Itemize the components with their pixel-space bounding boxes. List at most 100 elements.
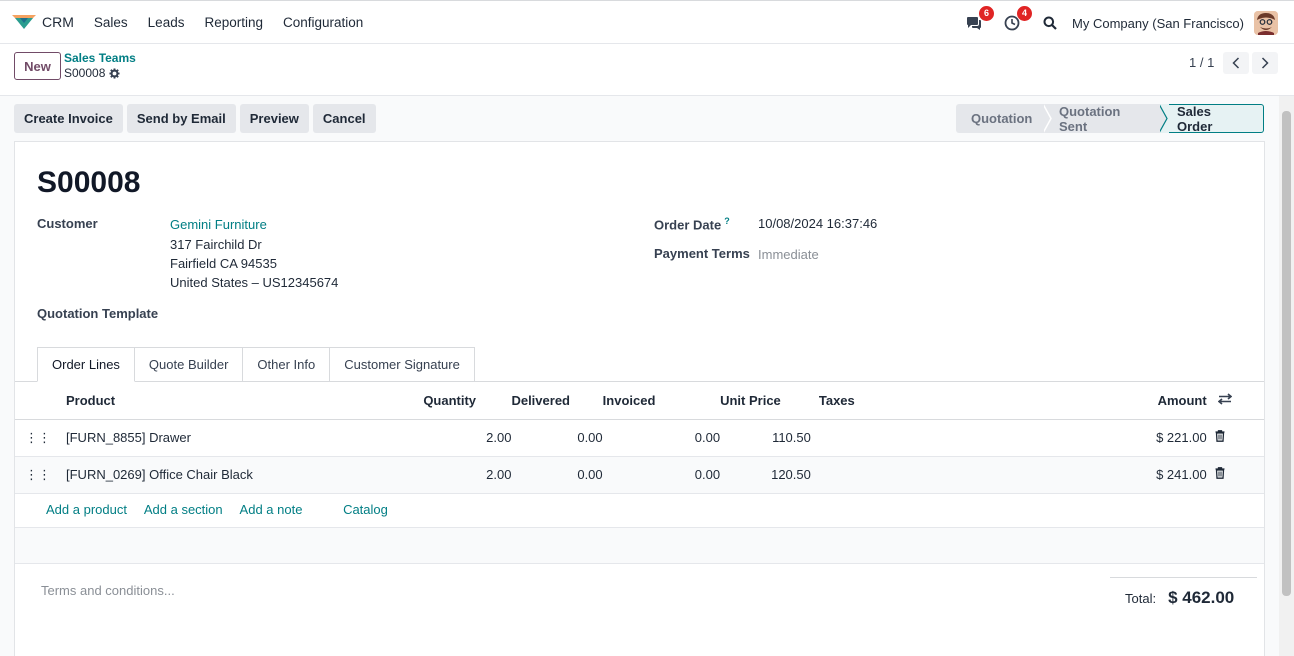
- order-date-value[interactable]: 10/08/2024 16:37:46: [758, 216, 877, 231]
- app-name: CRM: [42, 14, 74, 30]
- crm-app-icon: [12, 15, 36, 29]
- order-date-help-tooltip[interactable]: ?: [724, 216, 730, 226]
- pager-previous-button[interactable]: [1223, 52, 1249, 74]
- total-value: $ 462.00: [1168, 588, 1235, 607]
- add-section-link[interactable]: Add a section: [144, 502, 223, 517]
- new-button[interactable]: New: [14, 52, 61, 80]
- customer-address-line2: Fairfield CA 94535: [170, 256, 277, 271]
- table-row[interactable]: ⋮⋮ [FURN_0269] Office Chair Black 2.00 0…: [15, 456, 1264, 494]
- col-quantity[interactable]: Quantity: [423, 382, 512, 420]
- col-taxes-label: Taxes: [818, 392, 855, 408]
- order-lines-table: Product Quantity Delivered Invoiced Unit…: [15, 382, 1264, 494]
- row-product[interactable]: [FURN_8855] Drawer: [51, 419, 424, 457]
- top-navbar: CRM Sales Leads Reporting Configuration …: [0, 0, 1294, 44]
- avatar-image: [1254, 11, 1278, 35]
- navbar-systray: 6 4 My Company (San Francisco): [964, 1, 1278, 45]
- col-product[interactable]: Product: [51, 382, 424, 420]
- status-quotation-sent-label: Quotation Sent: [1059, 103, 1121, 134]
- customer-label: Customer: [37, 216, 98, 231]
- row-unit-price[interactable]: 120.50: [720, 456, 811, 494]
- activity-button[interactable]: 4: [1002, 6, 1033, 33]
- optional-columns-toggle[interactable]: [1206, 382, 1264, 420]
- breadcrumb-current-label: S00008: [64, 66, 106, 80]
- order-date-label: Order Date?: [654, 216, 730, 232]
- customer-address-line1: 317 Fairchild Dr: [170, 237, 262, 252]
- cancel-button[interactable]: Cancel: [312, 104, 376, 133]
- app-brand[interactable]: CRM: [12, 14, 74, 30]
- control-panel: New Sales Teams S00008 1 / 1: [0, 44, 1294, 96]
- col-amount[interactable]: Amount: [1158, 393, 1207, 408]
- activity-badge: 4: [1017, 6, 1033, 21]
- drag-handle-icon[interactable]: ⋮⋮: [15, 419, 51, 457]
- chat-button[interactable]: 6: [964, 6, 995, 33]
- row-delivered[interactable]: 0.00: [511, 456, 603, 494]
- delete-row-button[interactable]: [1206, 456, 1264, 494]
- send-by-email-button[interactable]: Send by Email: [126, 104, 236, 133]
- create-invoice-button[interactable]: Create Invoice: [14, 104, 123, 133]
- empty-band: [15, 528, 1264, 563]
- table-header-row: Product Quantity Delivered Invoiced Unit…: [15, 382, 1264, 420]
- scrollbar-thumb[interactable]: [1282, 111, 1291, 596]
- status-quotation[interactable]: Quotation: [956, 104, 1044, 133]
- status-sales-order-label: Sales Order: [1177, 103, 1213, 134]
- form-sheet: S00008 Customer Gemini Furniture 317 Fai…: [14, 141, 1265, 656]
- row-quantity[interactable]: 2.00: [423, 456, 512, 494]
- chevron-right-icon: [1261, 57, 1269, 69]
- catalog-button[interactable]: Catalog: [343, 502, 388, 517]
- row-unit-price[interactable]: 110.50: [720, 419, 811, 457]
- chat-badge: 6: [979, 6, 995, 21]
- row-quantity[interactable]: 2.00: [423, 419, 512, 457]
- quotation-template-label: Quotation Template: [37, 306, 159, 321]
- menu-reporting[interactable]: Reporting: [194, 15, 273, 30]
- search-icon: [1043, 16, 1057, 30]
- row-taxes[interactable]: [810, 419, 845, 457]
- total-label: Total:: [1125, 591, 1157, 606]
- row-product[interactable]: [FURN_0269] Office Chair Black: [51, 456, 424, 494]
- row-amount: $ 241.00: [844, 456, 1207, 494]
- status-separator: [1043, 104, 1053, 133]
- add-note-link[interactable]: Add a note: [240, 502, 303, 517]
- tab-customer-signature[interactable]: Customer Signature: [330, 347, 475, 382]
- user-avatar[interactable]: [1254, 11, 1278, 35]
- total-summary: Total: $ 462.00: [1110, 577, 1257, 608]
- status-quotation-sent[interactable]: Quotation Sent: [1053, 103, 1160, 134]
- row-taxes[interactable]: [810, 456, 845, 494]
- vertical-scrollbar[interactable]: [1279, 96, 1294, 656]
- col-invoiced[interactable]: Invoiced: [602, 382, 721, 420]
- trash-icon: [1215, 430, 1225, 442]
- status-quotation-label: Quotation: [971, 111, 1033, 126]
- row-invoiced[interactable]: 0.00: [602, 419, 721, 457]
- drag-handle-icon[interactable]: ⋮⋮: [15, 456, 51, 494]
- preview-button[interactable]: Preview: [239, 104, 309, 133]
- table-row[interactable]: ⋮⋮ [FURN_8855] Drawer 2.00 0.00 0.00 110…: [15, 419, 1264, 457]
- row-invoiced[interactable]: 0.00: [602, 456, 721, 494]
- menu-leads[interactable]: Leads: [138, 15, 195, 30]
- gear-icon[interactable]: [109, 67, 120, 79]
- terms-and-conditions-input[interactable]: Terms and conditions...: [41, 583, 175, 598]
- row-delivered[interactable]: 0.00: [511, 419, 603, 457]
- order-date-label-text: Order Date: [654, 217, 722, 233]
- menu-sales[interactable]: Sales: [84, 15, 138, 30]
- col-unit-price[interactable]: Unit Price: [720, 382, 811, 420]
- col-delivered[interactable]: Delivered: [511, 382, 603, 420]
- tab-other-info[interactable]: Other Info: [243, 347, 331, 382]
- customer-name-link[interactable]: Gemini Furniture: [170, 217, 267, 232]
- main-menu: Sales Leads Reporting Configuration: [84, 15, 373, 30]
- pager-value[interactable]: 1 / 1: [1189, 55, 1214, 70]
- tab-order-lines[interactable]: Order Lines: [37, 347, 135, 382]
- menu-configuration[interactable]: Configuration: [273, 15, 373, 30]
- status-bar: Quotation Quotation Sent Sales Order: [956, 103, 1264, 134]
- action-buttons: Create Invoice Send by Email Preview Can…: [14, 104, 380, 133]
- add-product-link[interactable]: Add a product: [46, 502, 127, 517]
- company-switcher[interactable]: My Company (San Francisco): [1072, 16, 1244, 31]
- sliders-icon: [1217, 393, 1232, 405]
- tab-quote-builder[interactable]: Quote Builder: [134, 347, 244, 382]
- divider: [15, 563, 1264, 564]
- status-sales-order[interactable]: Sales Order: [1169, 103, 1264, 134]
- col-taxes[interactable]: Taxes Amount: [810, 382, 1207, 420]
- breadcrumb-sales-teams[interactable]: Sales Teams: [64, 51, 136, 65]
- pager-next-button[interactable]: [1252, 52, 1278, 74]
- delete-row-button[interactable]: [1206, 419, 1264, 457]
- search-button[interactable]: [1040, 13, 1060, 33]
- payment-terms-value[interactable]: Immediate: [758, 247, 819, 262]
